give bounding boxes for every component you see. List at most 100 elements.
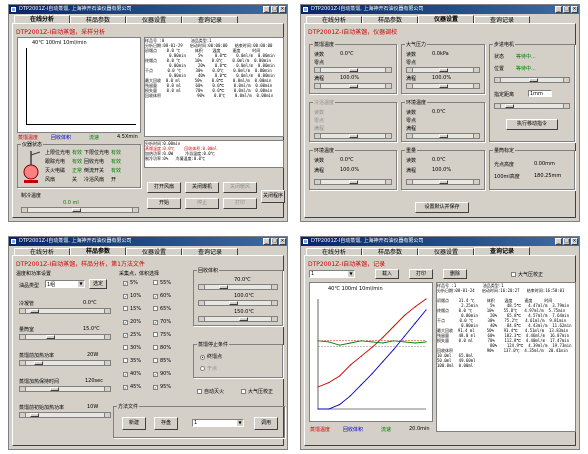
recovery2-slider[interactable]	[198, 300, 278, 306]
chart-svg	[317, 298, 427, 410]
data-point	[339, 375, 341, 377]
close-program-button[interactable]: 关闭程序	[261, 190, 285, 203]
legend-time: 20.0min	[409, 426, 430, 432]
volume-right-checkbox[interactable]: 80%	[153, 345, 171, 351]
maximize-button[interactable]: □	[271, 6, 278, 13]
pressure-correction-checkbox[interactable]: 大气压校正	[241, 388, 273, 395]
minimize-button[interactable]: _	[555, 6, 562, 13]
minimize-button[interactable]: _	[263, 238, 270, 245]
weight2-slider[interactable]	[406, 179, 480, 185]
app-icon	[303, 7, 308, 12]
volume-left-checkbox[interactable]: ✓ 45%	[123, 384, 141, 390]
dry-point-radio[interactable]: 干点	[200, 365, 217, 372]
end-point-radio[interactable]: • 终馏点	[200, 353, 222, 360]
volume-right-checkbox[interactable]: ✓ 60%	[153, 293, 171, 299]
position-slider[interactable]	[494, 77, 570, 83]
stop-button[interactable]: 停止	[185, 198, 219, 209]
app-icon	[11, 239, 16, 244]
print-button[interactable]: 打印	[409, 269, 433, 279]
volume-right-checkbox[interactable]: 55%	[153, 280, 171, 286]
cooling-label: 制冷温度	[21, 193, 42, 199]
legend-flow: 流速	[89, 135, 100, 141]
close-button[interactable]: ×	[571, 6, 578, 13]
maximize-button[interactable]: □	[271, 238, 278, 245]
fan-on-button[interactable]: 打开风扇	[147, 182, 181, 193]
start-button[interactable]: 开始	[147, 198, 181, 209]
cylinder-calibration-group: 量筒标定 光点高度 0.00mm 100ml高度 180.25mm	[489, 147, 575, 190]
close-button[interactable]: ×	[279, 238, 286, 245]
delete-button[interactable]: 删除	[443, 269, 467, 279]
stat-line: 回收体积 90% 0.0℃ 0.0ml/m 0.00min	[145, 93, 274, 98]
ambient-slider[interactable]	[314, 179, 392, 185]
minimize-button[interactable]: _	[263, 6, 270, 13]
volume-left-checkbox[interactable]: ✓ 40%	[123, 371, 141, 377]
data-point	[403, 341, 405, 343]
init-power-slider[interactable]	[19, 412, 111, 418]
volume-left-checkbox[interactable]: ✓ 20%	[123, 319, 141, 325]
record-select[interactable]: 1 ▼	[309, 270, 355, 278]
close-warm-air-button[interactable]: 关闭暖风	[223, 182, 257, 193]
data-point	[382, 342, 384, 344]
recovery3-slider[interactable]	[198, 316, 278, 322]
volume-left-checkbox[interactable]: 35%	[123, 358, 141, 364]
new-button[interactable]: 新建	[122, 417, 146, 430]
volume-right-checkbox[interactable]: ✓ 70%	[153, 319, 171, 325]
data-point	[339, 404, 341, 406]
volume-left-checkbox[interactable]: ✓ 25%	[123, 332, 141, 338]
stop-condition-group: 蒸馏停止条件 • 终馏点 干点	[193, 341, 283, 378]
volume-left-checkbox[interactable]: ✓ 5%	[123, 280, 138, 286]
maximize-button[interactable]: □	[563, 238, 570, 245]
hold-time-slider[interactable]	[19, 386, 111, 392]
data-point	[339, 344, 341, 346]
volume-right-checkbox[interactable]: ✓ 90%	[153, 371, 171, 377]
data-point	[425, 341, 427, 343]
save-defaults-button[interactable]: 设置默认并保存	[415, 202, 469, 213]
condenser-slider[interactable]	[19, 308, 111, 314]
chevron-down-icon: ▼	[348, 271, 354, 277]
gain-slider[interactable]	[314, 83, 392, 89]
oil-type-select[interactable]: 1组 ▼	[45, 280, 85, 288]
save-button[interactable]: 存盘	[154, 417, 178, 430]
volume-left-checkbox[interactable]: 30%	[123, 345, 141, 351]
weight2-group: 重量 读数 0.0℃ 满程 100.0%	[401, 147, 485, 190]
window-online-analysis: DTP2001Z-I自动蒸馏, 上海神开石油仪器有限公司 _ □ × 在线分析 样品…	[8, 4, 288, 222]
volume-right-checkbox[interactable]: 75%	[153, 332, 171, 338]
pressure-group: 大气压力 读数 0.0kPa 零点 满程 100.0%	[401, 41, 485, 94]
pressure-correction-checkbox[interactable]: 大气压校正	[511, 271, 543, 278]
chamber-slider[interactable]	[19, 334, 111, 340]
volume-right-checkbox[interactable]: 85%	[153, 358, 171, 364]
recovery1-slider[interactable]	[198, 284, 278, 290]
cooling-slider[interactable]	[314, 133, 392, 139]
data-point	[403, 335, 405, 337]
close-button[interactable]: ×	[279, 6, 286, 13]
zero-slider[interactable]	[406, 67, 480, 73]
cooling-slider[interactable]	[21, 207, 139, 213]
tab-page: DTP2001Z-I自动蒸馏，样品分析，第1方法文件 温度和功率设置 油品类型 …	[12, 255, 285, 446]
maximize-button[interactable]: □	[563, 6, 570, 13]
weight-group: 环境温度 读数 0.0℃ 零点 满程	[401, 99, 485, 142]
method-number-select[interactable]: 1 ▼	[192, 419, 244, 427]
load-button[interactable]: 载入	[375, 269, 399, 279]
close-heater-button[interactable]: 关闭爆机	[185, 182, 219, 193]
volume-left-checkbox[interactable]: ✓ 10%	[123, 293, 141, 299]
close-button[interactable]: ×	[571, 238, 578, 245]
execute-move-button[interactable]: 执行移动指令	[506, 119, 558, 130]
load-method-button[interactable]: 调用	[254, 417, 278, 430]
window-title: DTP2001Z-I自动蒸馏, 上海神开石油仪器有限公司	[19, 6, 132, 12]
heat-power-slider[interactable]	[19, 360, 111, 366]
volume-right-checkbox[interactable]: ✓ 95%	[153, 384, 171, 390]
minimize-button[interactable]: _	[555, 238, 562, 245]
distance-input[interactable]: 1mm	[528, 90, 552, 97]
volume-left-checkbox[interactable]: 15%	[123, 306, 141, 312]
data-point	[328, 382, 330, 384]
volume-right-checkbox[interactable]: 65%	[153, 306, 171, 312]
zero-slider[interactable]	[314, 67, 392, 73]
weight-slider[interactable]	[406, 133, 480, 139]
print-button[interactable]: 打印	[223, 198, 257, 209]
gain-slider[interactable]	[406, 83, 480, 89]
window-sample-params: DTP2001Z-I自动蒸馏, 上海神开石油仪器有限公司 _ □ × 在线分析 样品…	[8, 236, 288, 450]
select-button[interactable]: 选定	[89, 279, 107, 289]
auto-extinguish-checkbox[interactable]: 自动灭火	[197, 388, 224, 395]
legend-temperature: 蒸馏温度	[310, 427, 331, 433]
distance-slider[interactable]	[494, 103, 570, 109]
